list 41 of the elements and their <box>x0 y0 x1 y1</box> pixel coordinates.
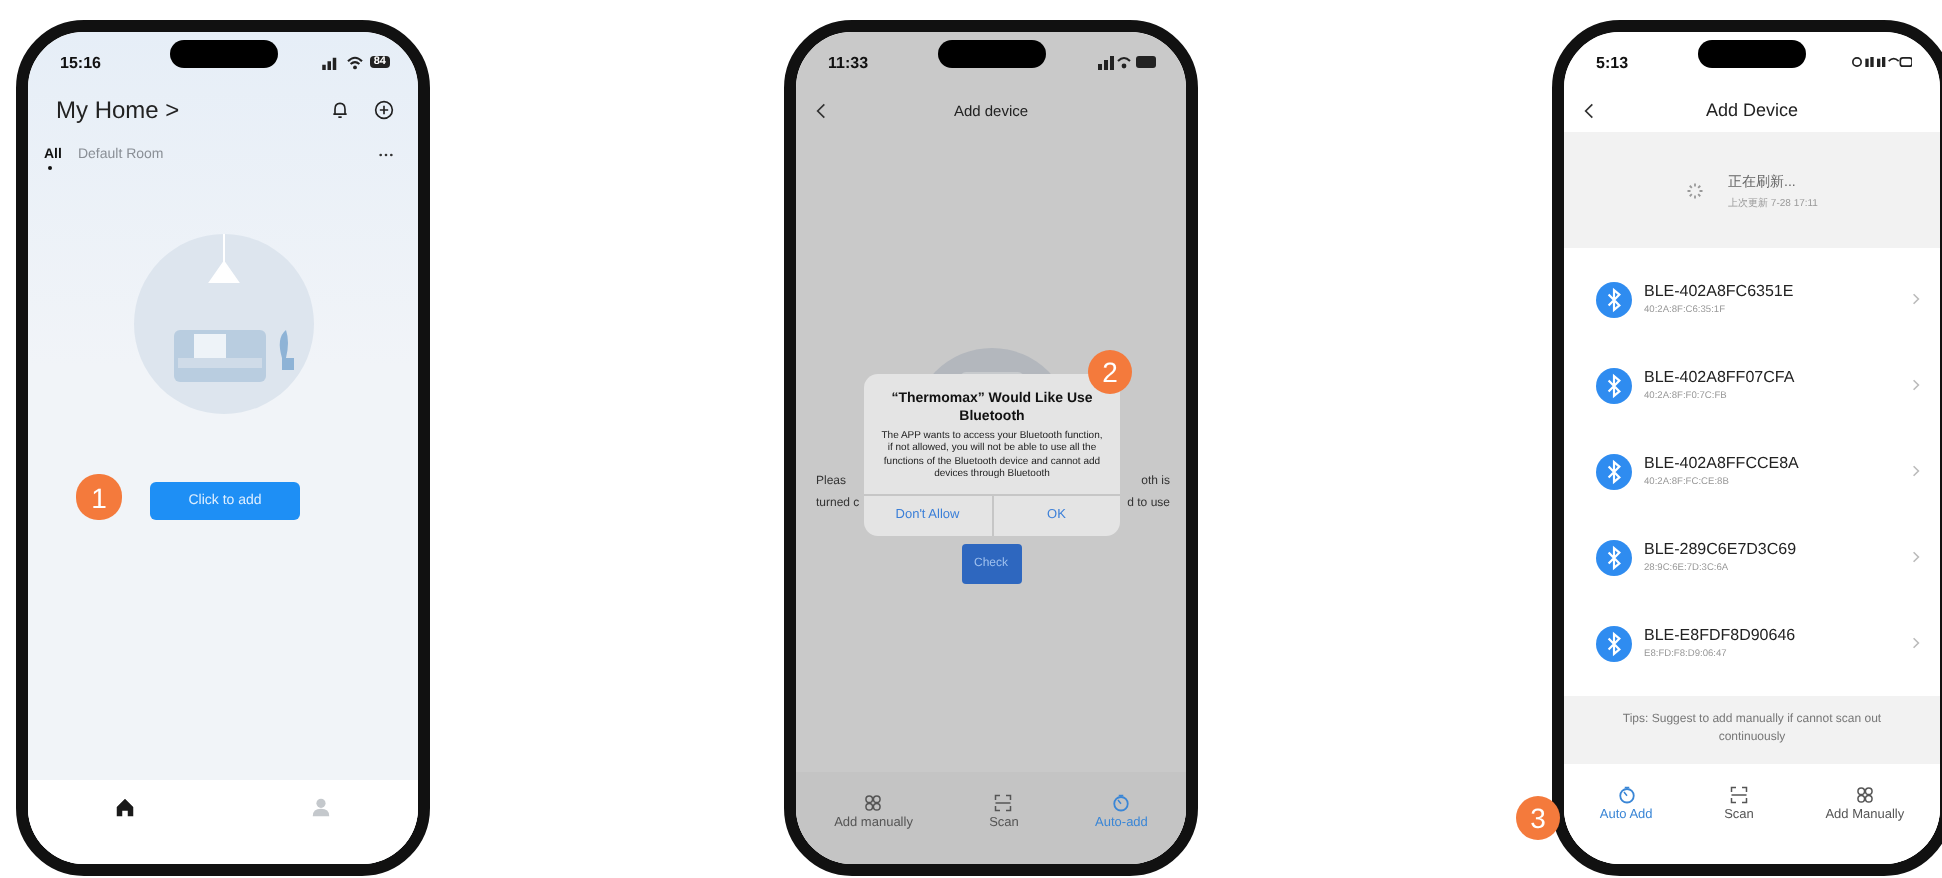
chevron-right-icon <box>1912 292 1920 306</box>
dynamic-island <box>937 40 1045 68</box>
timer-icon <box>1617 786 1636 804</box>
device-name: BLE-402A8FF07CFA <box>1644 368 1797 386</box>
status-icons <box>1098 54 1158 70</box>
home-icon[interactable] <box>114 796 137 818</box>
signal-icon <box>321 55 340 69</box>
dynamic-island <box>169 40 277 68</box>
more-icon[interactable] <box>378 152 394 158</box>
bell-icon[interactable] <box>330 100 350 120</box>
page-title: Add Device <box>1705 100 1799 120</box>
dynamic-island <box>1698 40 1806 68</box>
status-icons <box>1852 54 1912 70</box>
bluetooth-icon <box>1596 625 1632 661</box>
device-name: BLE-289C6E7D3C69 <box>1644 540 1799 558</box>
chevron-right-icon <box>1912 636 1920 650</box>
back-icon[interactable] <box>1584 101 1594 119</box>
bluetooth-icon <box>1596 453 1632 489</box>
back-icon[interactable] <box>816 101 826 119</box>
device-name: BLE-402A8FFCCE8A <box>1644 454 1801 472</box>
device-name: BLE-E8FDF8D90646 <box>1644 626 1798 644</box>
bluetooth-icon <box>1596 367 1632 403</box>
home-title[interactable]: My Home > <box>56 96 180 124</box>
bluetooth-icon <box>1596 281 1632 317</box>
status-time: 15:16 <box>60 53 101 71</box>
scan-icon <box>1729 786 1748 804</box>
bluetooth-icon <box>1596 539 1632 575</box>
device-name: BLE-402A8FC6351E <box>1644 282 1796 300</box>
grid-icon <box>1855 786 1874 804</box>
grid-icon <box>864 794 883 812</box>
status-time: 5:13 <box>1596 53 1629 71</box>
chevron-right-icon <box>1912 550 1920 564</box>
add-icon[interactable] <box>374 100 394 120</box>
chevron-right-icon <box>1912 378 1920 392</box>
wifi-icon <box>345 55 364 69</box>
timer-icon <box>1112 794 1131 812</box>
chevron-right-icon <box>1912 464 1920 478</box>
spinner-icon <box>1686 181 1705 199</box>
step-badge: 3 <box>1516 796 1560 840</box>
status-time: 11:33 <box>828 53 869 71</box>
scan-icon <box>994 794 1013 812</box>
